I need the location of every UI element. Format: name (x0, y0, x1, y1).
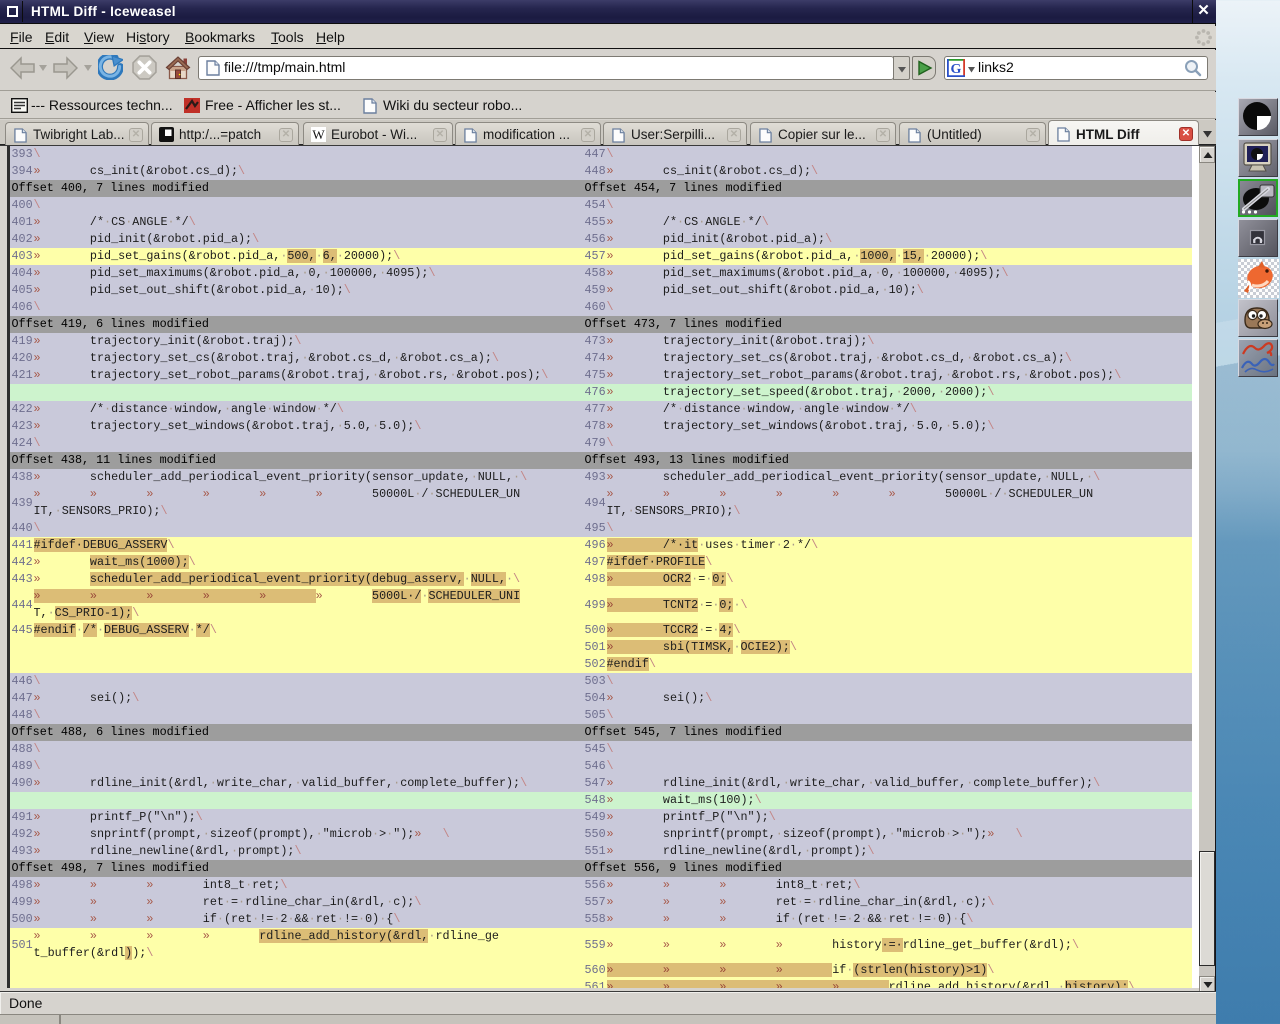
svg-text:G: G (951, 62, 962, 77)
svg-text:W: W (312, 127, 325, 142)
